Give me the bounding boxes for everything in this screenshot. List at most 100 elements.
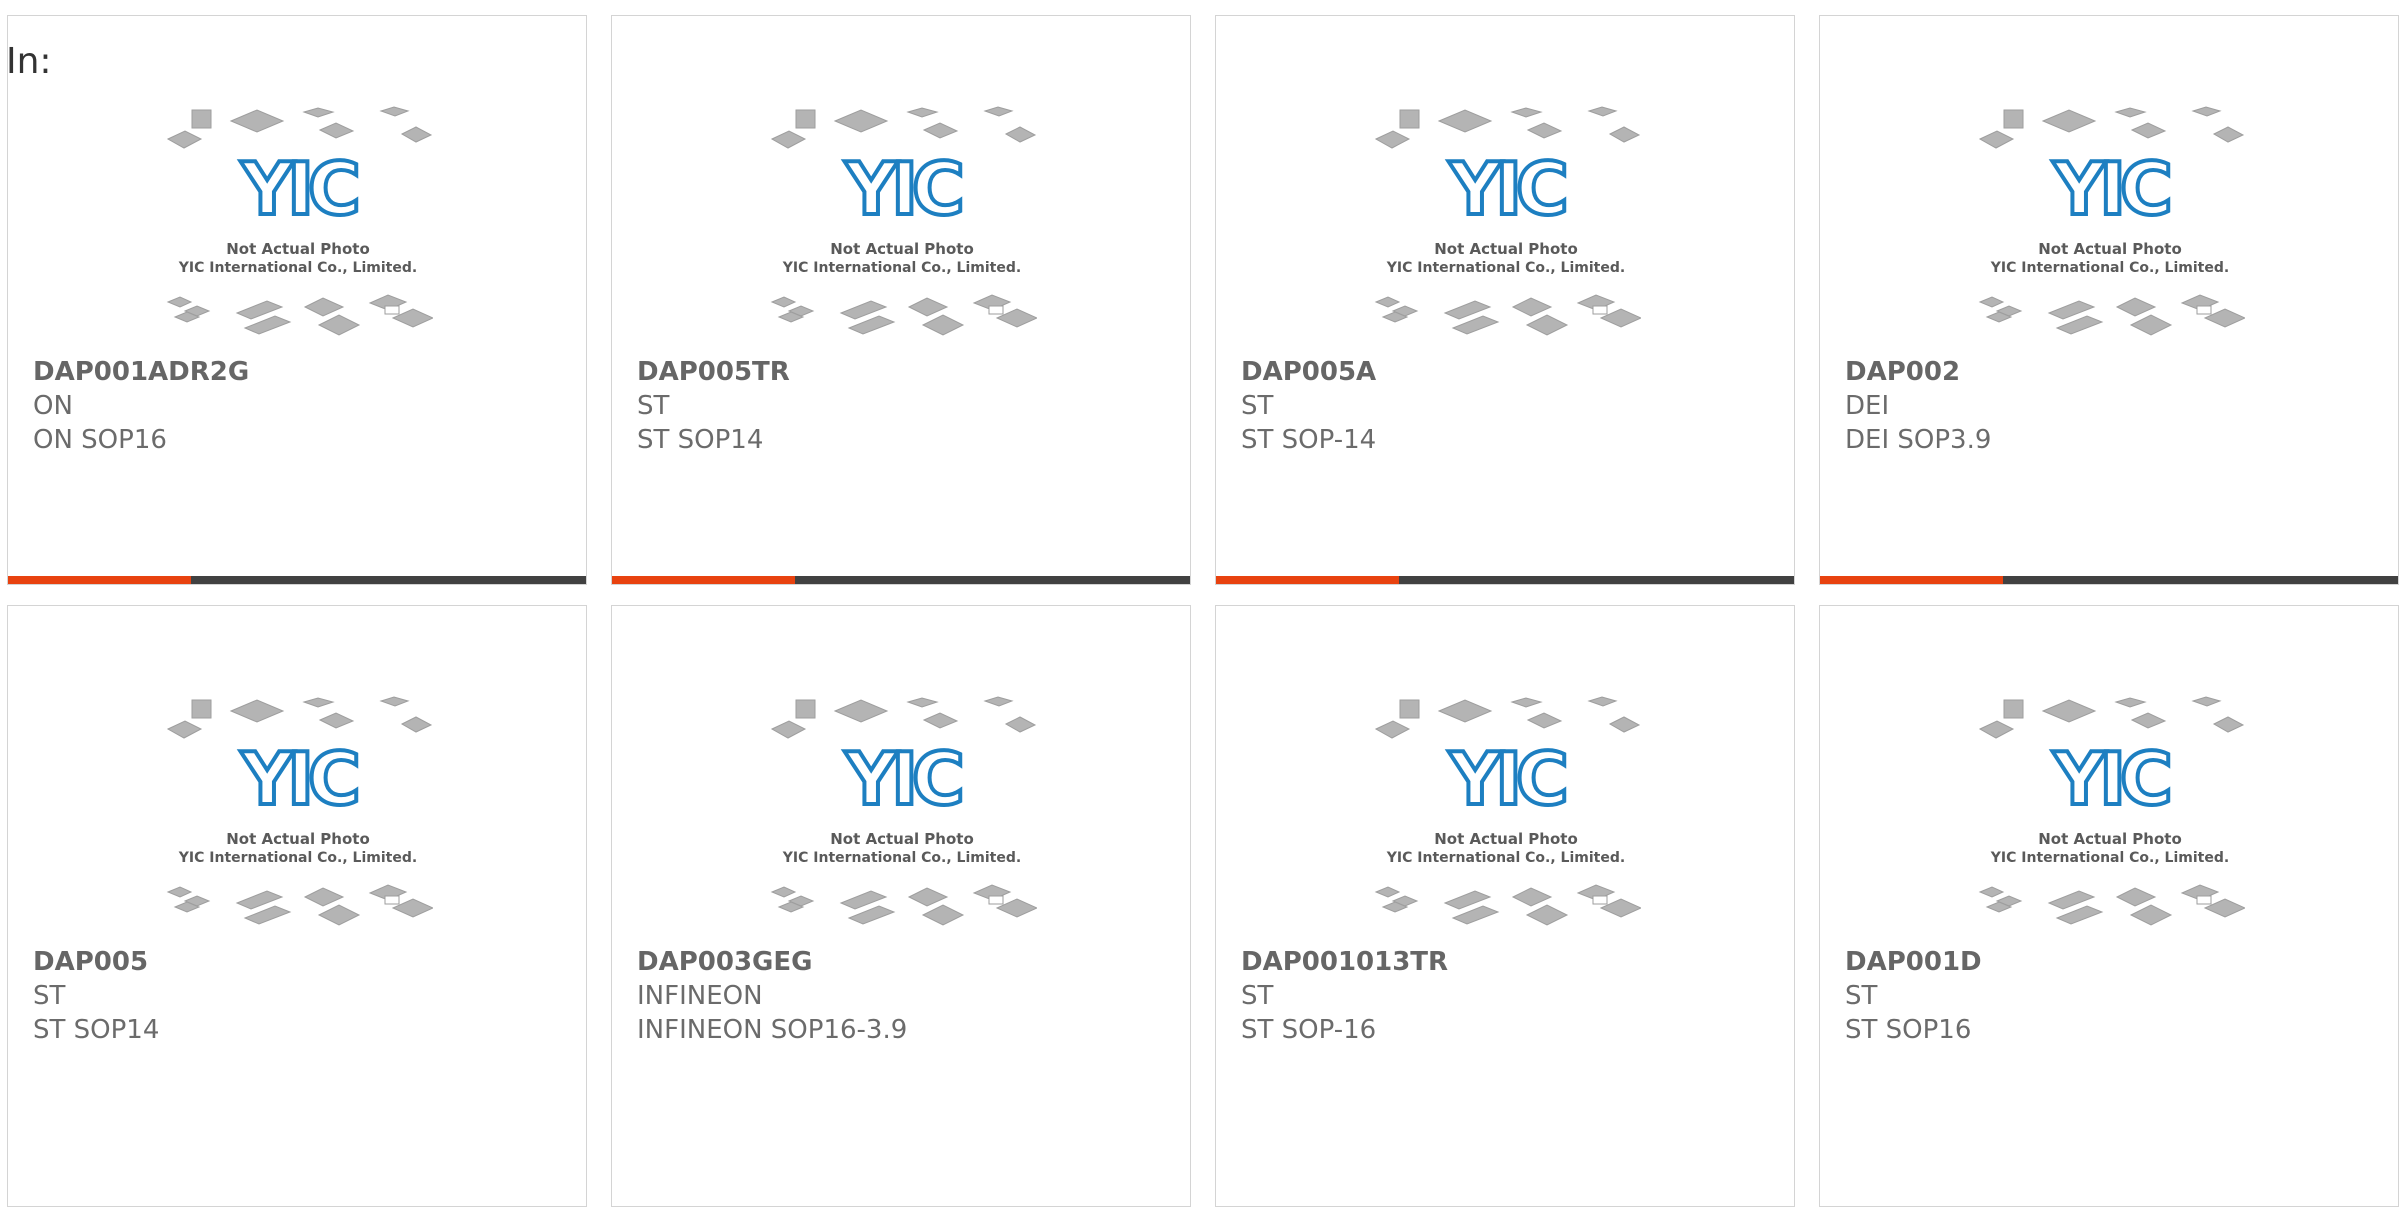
chip-icon — [2212, 716, 2245, 733]
placeholder-caption-line2: YIC International Co., Limited. — [178, 850, 417, 866]
chip-window-icon — [2196, 305, 2212, 315]
manufacturer: ST — [33, 981, 66, 1011]
manufacturer: DEI — [1845, 391, 1890, 421]
chip-icon — [2212, 126, 2245, 143]
placeholder-image: YIC Not Actual Photo YIC International Co.… — [166, 696, 433, 926]
chip-icon — [906, 107, 939, 118]
chip-icon — [1510, 697, 1543, 708]
chip-icon — [770, 296, 797, 308]
chip-icon — [303, 297, 345, 317]
placeholder-caption-line2: YIC International Co., Limited. — [1386, 850, 1625, 866]
chip-icon — [303, 887, 345, 907]
package-description: ST SOP14 — [33, 1015, 160, 1045]
chip-icon — [833, 699, 889, 723]
chip-icon — [317, 314, 361, 336]
chip-icon — [379, 106, 410, 117]
chip-icon — [302, 697, 335, 708]
product-info: DAP001ADR2G ON ON SOP16 — [33, 355, 249, 457]
placeholder-caption-line1: Not Actual Photo — [2038, 830, 2182, 848]
chip-icon — [1608, 716, 1641, 733]
chip-icon — [1978, 296, 2005, 308]
card-bottom-bar — [1820, 576, 2398, 584]
chip-icon — [1437, 699, 1493, 723]
chip-icon — [1374, 296, 1401, 308]
product-info: DAP001013TR ST ST SOP-16 — [1241, 945, 1448, 1047]
product-card[interactable]: YIC Not Actual Photo YIC International Co.… — [1215, 15, 1795, 585]
placeholder-image: YIC Not Actual Photo YIC International Co.… — [770, 696, 1037, 926]
part-number[interactable]: DAP005 — [33, 945, 159, 979]
chip-icon — [400, 716, 433, 733]
yic-logo-icon: YIC — [1448, 737, 1565, 821]
chip-icon — [1978, 130, 2015, 149]
placeholder-caption-line1: Not Actual Photo — [830, 240, 974, 258]
chip-icon — [770, 886, 797, 898]
product-card[interactable]: YIC Not Actual Photo YIC International Co.… — [611, 15, 1191, 585]
accent-bar — [612, 576, 795, 584]
placeholder-image: YIC Not Actual Photo YIC International Co.… — [166, 106, 433, 336]
chip-icon — [1374, 886, 1401, 898]
chip-icon — [2191, 106, 2222, 117]
placeholder-caption-line2: YIC International Co., Limited. — [1990, 260, 2229, 276]
chip-icon — [1510, 107, 1543, 118]
chip-window-icon — [988, 305, 1004, 315]
placeholder-caption-line1: Not Actual Photo — [226, 240, 370, 258]
yic-logo-icon: YIC — [844, 147, 961, 231]
chip-icon — [907, 297, 949, 317]
chip-icon — [2129, 314, 2173, 336]
product-info: DAP005A ST ST SOP-14 — [1241, 355, 1376, 457]
product-card[interactable]: YIC Not Actual Photo YIC International Co.… — [1215, 605, 1795, 1207]
chip-icon — [2191, 696, 2222, 707]
chip-icon — [906, 697, 939, 708]
manufacturer: ST — [1241, 981, 1274, 1011]
chip-icon — [2130, 712, 2167, 729]
chip-icon — [166, 296, 193, 308]
chip-icon — [166, 886, 193, 898]
chip-icon — [318, 122, 355, 139]
part-number[interactable]: DAP005A — [1241, 355, 1376, 389]
yic-logo-icon: YIC — [2052, 737, 2169, 821]
chip-icon — [2003, 699, 2024, 719]
product-info: DAP001D ST ST SOP16 — [1845, 945, 1982, 1047]
chip-icon — [1526, 122, 1563, 139]
chip-icon — [2115, 297, 2157, 317]
manufacturer: ST — [1241, 391, 1274, 421]
part-number[interactable]: DAP001013TR — [1241, 945, 1448, 979]
placeholder-caption-line1: Not Actual Photo — [226, 830, 370, 848]
product-card[interactable]: YIC Not Actual Photo YIC International Co.… — [1819, 605, 2399, 1207]
product-card[interactable]: YIC Not Actual Photo YIC International Co.… — [7, 605, 587, 1207]
chip-icon — [1004, 716, 1037, 733]
chip-icon — [379, 696, 410, 707]
chip-icon — [2041, 109, 2097, 133]
chip-icon — [2114, 697, 2147, 708]
chip-icon — [166, 130, 203, 149]
manufacturer: ON — [33, 391, 73, 421]
placeholder-caption-line2: YIC International Co., Limited. — [782, 260, 1021, 276]
placeholder-image: YIC Not Actual Photo YIC International Co.… — [1374, 106, 1641, 336]
part-number[interactable]: DAP002 — [1845, 355, 1991, 389]
placeholder-caption-line2: YIC International Co., Limited. — [1990, 850, 2229, 866]
product-card[interactable]: YIC Not Actual Photo YIC International Co.… — [1819, 15, 2399, 585]
placeholder-image: YIC Not Actual Photo YIC International Co.… — [1374, 696, 1641, 926]
product-info: DAP002 DEI DEI SOP3.9 — [1845, 355, 1991, 457]
manufacturer: INFINEON — [637, 981, 763, 1011]
chip-icon — [795, 109, 816, 129]
chip-icon — [1511, 887, 1553, 907]
chip-icon — [2129, 904, 2173, 926]
chip-icon — [302, 107, 335, 118]
part-number[interactable]: DAP001D — [1845, 945, 1982, 979]
product-card[interactable]: YIC Not Actual Photo YIC International Co.… — [7, 15, 587, 585]
part-number[interactable]: DAP003GEG — [637, 945, 907, 979]
chip-icon — [922, 122, 959, 139]
package-description: ON SOP16 — [33, 425, 167, 455]
product-card[interactable]: YIC Not Actual Photo YIC International Co.… — [611, 605, 1191, 1207]
product-info: DAP005TR ST ST SOP14 — [637, 355, 790, 457]
placeholder-caption-line2: YIC International Co., Limited. — [1386, 260, 1625, 276]
yic-logo-icon: YIC — [240, 737, 357, 821]
part-number[interactable]: DAP005TR — [637, 355, 790, 389]
chip-icon — [922, 712, 959, 729]
chip-icon — [1004, 126, 1037, 143]
chip-icon — [191, 109, 212, 129]
product-grid: YIC Not Actual Photo YIC International Co.… — [7, 15, 2399, 1207]
placeholder-caption-line2: YIC International Co., Limited. — [178, 260, 417, 276]
part-number[interactable]: DAP001ADR2G — [33, 355, 249, 389]
